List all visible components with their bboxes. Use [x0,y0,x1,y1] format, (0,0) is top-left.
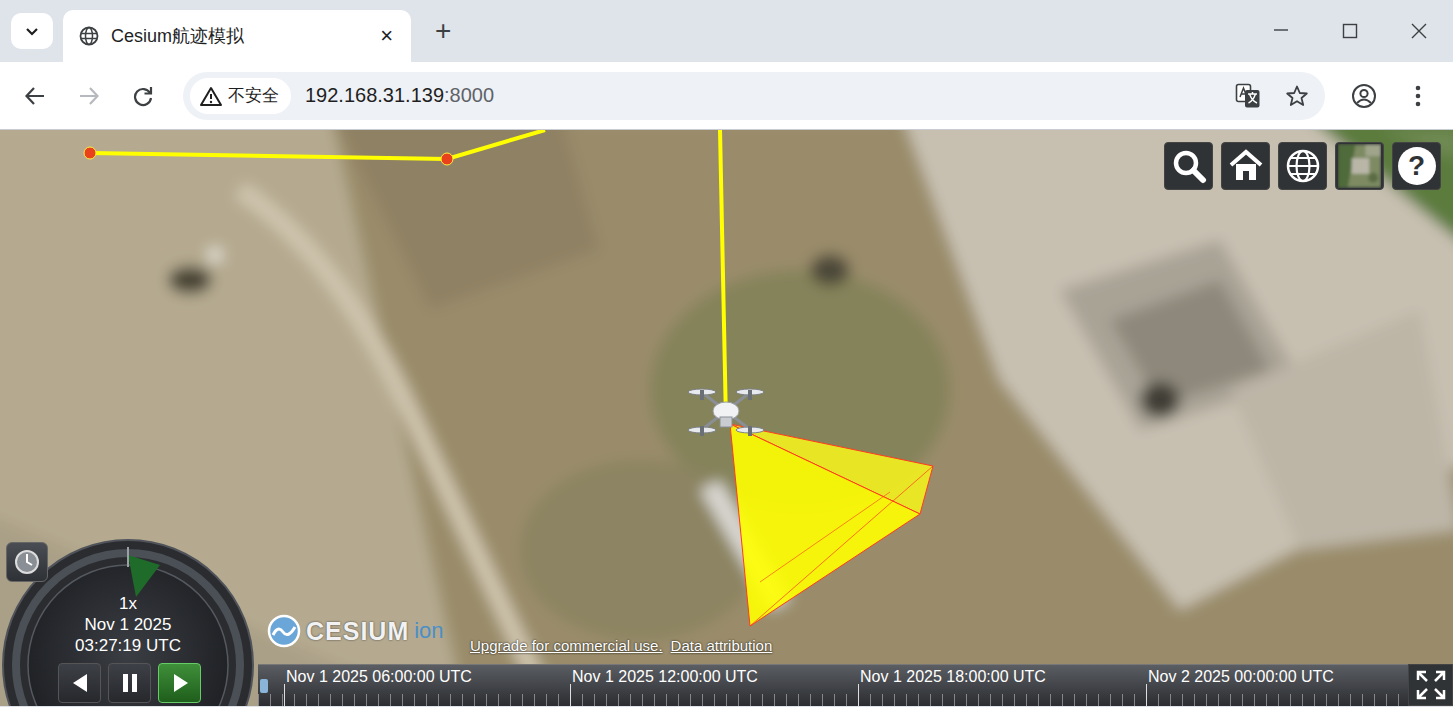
help-icon: ? [1398,147,1436,185]
profile-icon [1351,83,1377,109]
animation-readout: 1xNov 1 202503:27:19 UTC [28,593,228,656]
translate-icon [1235,83,1261,109]
minimize-icon [1272,22,1290,40]
globe-icon [79,26,99,46]
forward-button[interactable] [65,72,113,120]
timeline-major-tick [284,684,285,706]
window-control[interactable] [1384,0,1453,62]
security-label: 不安全 [228,84,279,107]
tab-close-button[interactable]: × [376,23,397,49]
timeline-label: Nov 1 2025 12:00:00 UTC [572,668,758,686]
security-badge[interactable]: 不安全 [190,78,291,114]
reverse-button[interactable] [58,663,101,703]
chevron-down-icon [24,23,40,39]
window-control[interactable] [1246,0,1315,62]
credit-link[interactable]: Data attribution [671,637,773,654]
playback-buttons [58,663,201,703]
browser-toolbar: 不安全 192.168.31.139:8000 [0,62,1453,130]
warning-icon [200,86,222,106]
timeline-major-tick [1146,684,1147,706]
logo-suffix: ion [414,618,443,644]
help-button[interactable]: ? [1392,142,1441,190]
url-host: 192.168.31.139 [305,84,444,106]
speed-label: 1x [119,593,137,614]
logo-text: CESIUM [306,617,409,646]
profile-button[interactable] [1340,72,1388,120]
window-control[interactable] [1315,0,1384,62]
clock-button[interactable] [6,542,48,582]
timeline[interactable]: Nov 1 2025 06:00:00 UTC Nov 1 2025 12:00:… [258,664,1408,706]
credit-links: Upgrade for commercial use. Data attribut… [470,637,772,654]
tab-search-button[interactable] [11,13,53,49]
timeline-ticks [258,694,1408,706]
reverse-icon [67,670,93,696]
cesium-logo[interactable]: CESIUMion [266,613,444,649]
base-layer-button[interactable] [1335,142,1384,190]
menu-button[interactable] [1394,72,1442,120]
time-marker[interactable] [260,679,268,693]
fullscreen-button[interactable] [1408,664,1453,706]
url-port: :8000 [444,84,494,106]
tab-title: Cesium航迹模拟 [111,24,376,48]
url-text: 192.168.31.139:8000 [305,84,1224,107]
tab-strip: Cesium航迹模拟× + [0,0,1453,62]
bookmark-button[interactable] [1273,72,1321,120]
timeline-label: Nov 1 2025 18:00:00 UTC [860,668,1046,686]
viewer-toolbar: ? [1164,142,1441,190]
timeline-major-tick [858,684,859,706]
reload-button[interactable] [119,72,167,120]
pause-button[interactable] [108,663,151,703]
date-label: Nov 1 2025 [85,614,172,635]
translate-button[interactable] [1224,72,1272,120]
reload-icon [132,85,154,107]
scene-mode-icon [1285,148,1321,184]
timeline-label: Nov 1 2025 06:00:00 UTC [286,668,472,686]
new-tab-button[interactable]: + [429,15,457,47]
search-icon [1171,148,1207,184]
timeline-major-tick [570,684,571,706]
drone-icon [684,376,768,446]
scene-mode-button[interactable] [1278,142,1327,190]
time-label: 03:27:19 UTC [75,635,181,656]
more-icon [1415,85,1421,107]
fullscreen-icon [1415,669,1447,701]
address-bar[interactable]: 不安全 192.168.31.139:8000 [183,72,1325,120]
cesium-logo-icon [266,613,302,649]
clock-icon [13,548,41,576]
browser-tab[interactable]: Cesium航迹模拟× [63,10,411,62]
credit-link[interactable]: Upgrade for commercial use. [470,637,663,654]
home-icon [1228,148,1264,184]
cesium-viewer[interactable]: ? 1xNov 1 202503:27:19 UTC CESIUMion Upgrad… [0,130,1453,706]
imagery-thumbnail-icon [1338,144,1381,188]
help-label: ? [1408,152,1425,180]
animation-widget: 1xNov 1 202503:27:19 UTC [0,537,258,706]
back-arrow-icon [24,85,46,107]
star-icon [1285,84,1309,108]
back-button[interactable] [11,72,59,120]
play-icon [167,670,193,696]
forward-arrow-icon [78,85,100,107]
close-icon [1410,22,1428,40]
search-button[interactable] [1164,142,1213,190]
timeline-label: Nov 2 2025 00:00:00 UTC [1148,668,1334,686]
maximize-icon [1341,22,1359,40]
pause-icon [117,670,143,696]
home-button[interactable] [1221,142,1270,190]
play-button[interactable] [158,663,201,703]
